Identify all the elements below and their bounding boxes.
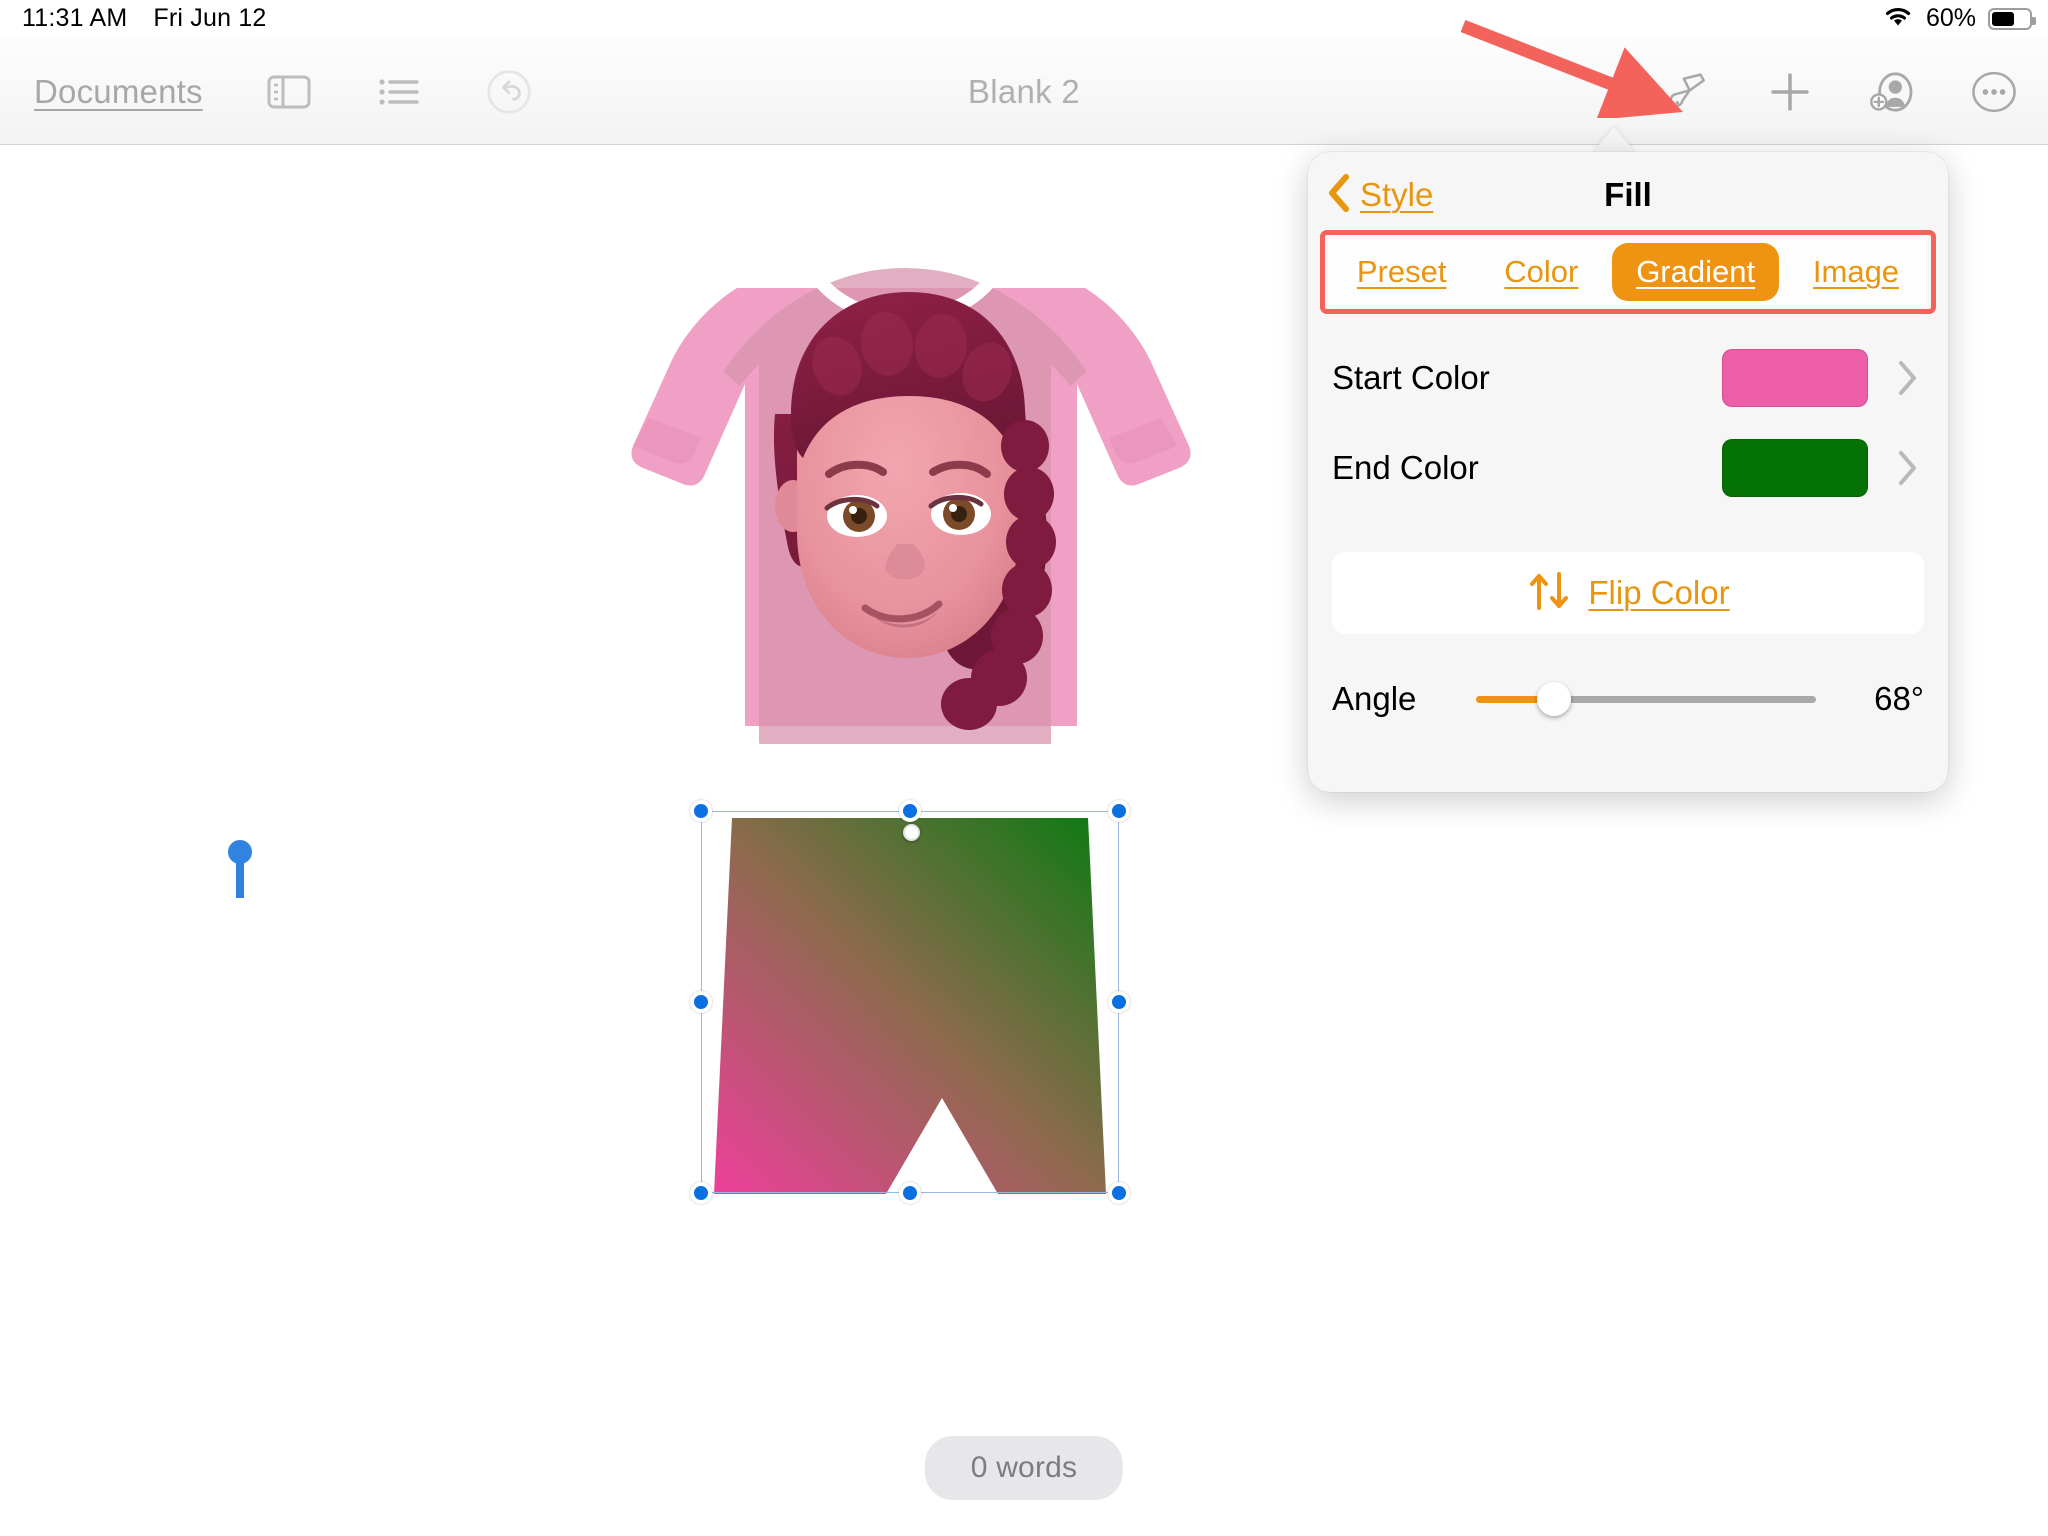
status-bar-right: 60% [1882,4,2036,33]
plus-icon[interactable] [1766,68,1814,116]
start-color-swatch[interactable] [1722,349,1868,407]
angle-value: 68° [1874,680,1924,717]
selection-handle-bottom-right[interactable] [1108,1182,1130,1204]
flip-arrows-icon [1526,570,1572,617]
ipad-pages-app: 11:31 AM Fri Jun 12 60% Documents Blank … [0,0,2048,1536]
clock-time: 11:31 AM [22,4,128,32]
add-person-icon[interactable] [1868,68,1916,116]
sidebar-toggle-icon[interactable] [265,68,313,116]
selection-handle-top-right[interactable] [1108,800,1130,822]
chevron-left-icon [1326,173,1352,218]
back-to-style-label: Style [1360,176,1434,213]
toolbar-left-group: Documents [34,38,533,145]
angle-row: Angle 68° [1332,662,1924,736]
end-color-label: End Color [1332,449,1479,486]
selection-handle-middle-right[interactable] [1108,991,1130,1013]
word-count-badge[interactable]: 0 words [924,1436,1124,1500]
back-to-style-button[interactable]: Style [1326,173,1433,218]
start-color-label: Start Color [1332,359,1490,396]
toolbar-right-group [1664,38,2018,145]
status-bar-left: 11:31 AM Fri Jun 12 [22,4,267,33]
end-color-row[interactable]: End Color [1332,424,1924,512]
battery-icon [1988,7,2036,30]
paintbrush-icon[interactable] [1664,68,1712,116]
selection-handle-bottom-left[interactable] [690,1182,712,1204]
wifi-icon [1882,4,1914,33]
angle-label: Angle [1332,680,1417,717]
flip-color-label: Flip Color [1588,574,1730,611]
shape-selection-box [701,811,1119,1193]
fill-popover: Style Fill Preset Color Gradient Image S… [1308,152,1948,792]
selection-handle-middle-left[interactable] [690,991,712,1013]
battery-percentage: 60% [1925,4,1976,32]
pink-sweater-with-memoji-image[interactable] [615,236,1195,836]
angle-slider-thumb[interactable] [1537,682,1572,716]
start-color-row[interactable]: Start Color [1332,334,1924,422]
selection-handle-bottom-center[interactable] [899,1182,921,1204]
flip-color-button[interactable]: Flip Color [1332,552,1924,634]
popover-pointer-arrow [1592,127,1636,153]
text-insertion-cursor[interactable] [228,840,252,898]
status-bar: 11:31 AM Fri Jun 12 60% [0,0,2048,38]
selection-handle-top-left[interactable] [690,800,712,822]
selection-handle-top-center[interactable] [899,800,921,822]
angle-slider[interactable] [1476,682,1816,716]
undo-icon[interactable] [485,68,533,116]
start-color-chevron-right-icon[interactable] [1890,360,1924,396]
end-color-swatch[interactable] [1722,439,1868,497]
end-color-chevron-right-icon[interactable] [1890,450,1924,486]
shape-edit-handle[interactable] [903,824,920,841]
list-view-icon[interactable] [375,68,423,116]
red-highlight-rectangle [1320,230,1936,314]
popover-header: Style Fill [1308,152,1948,238]
app-toolbar: Documents Blank 2 [0,38,2048,145]
documents-back-link[interactable]: Documents [34,73,203,111]
more-ellipsis-icon[interactable] [1970,68,2018,116]
clock-date: Fri Jun 12 [153,4,267,32]
